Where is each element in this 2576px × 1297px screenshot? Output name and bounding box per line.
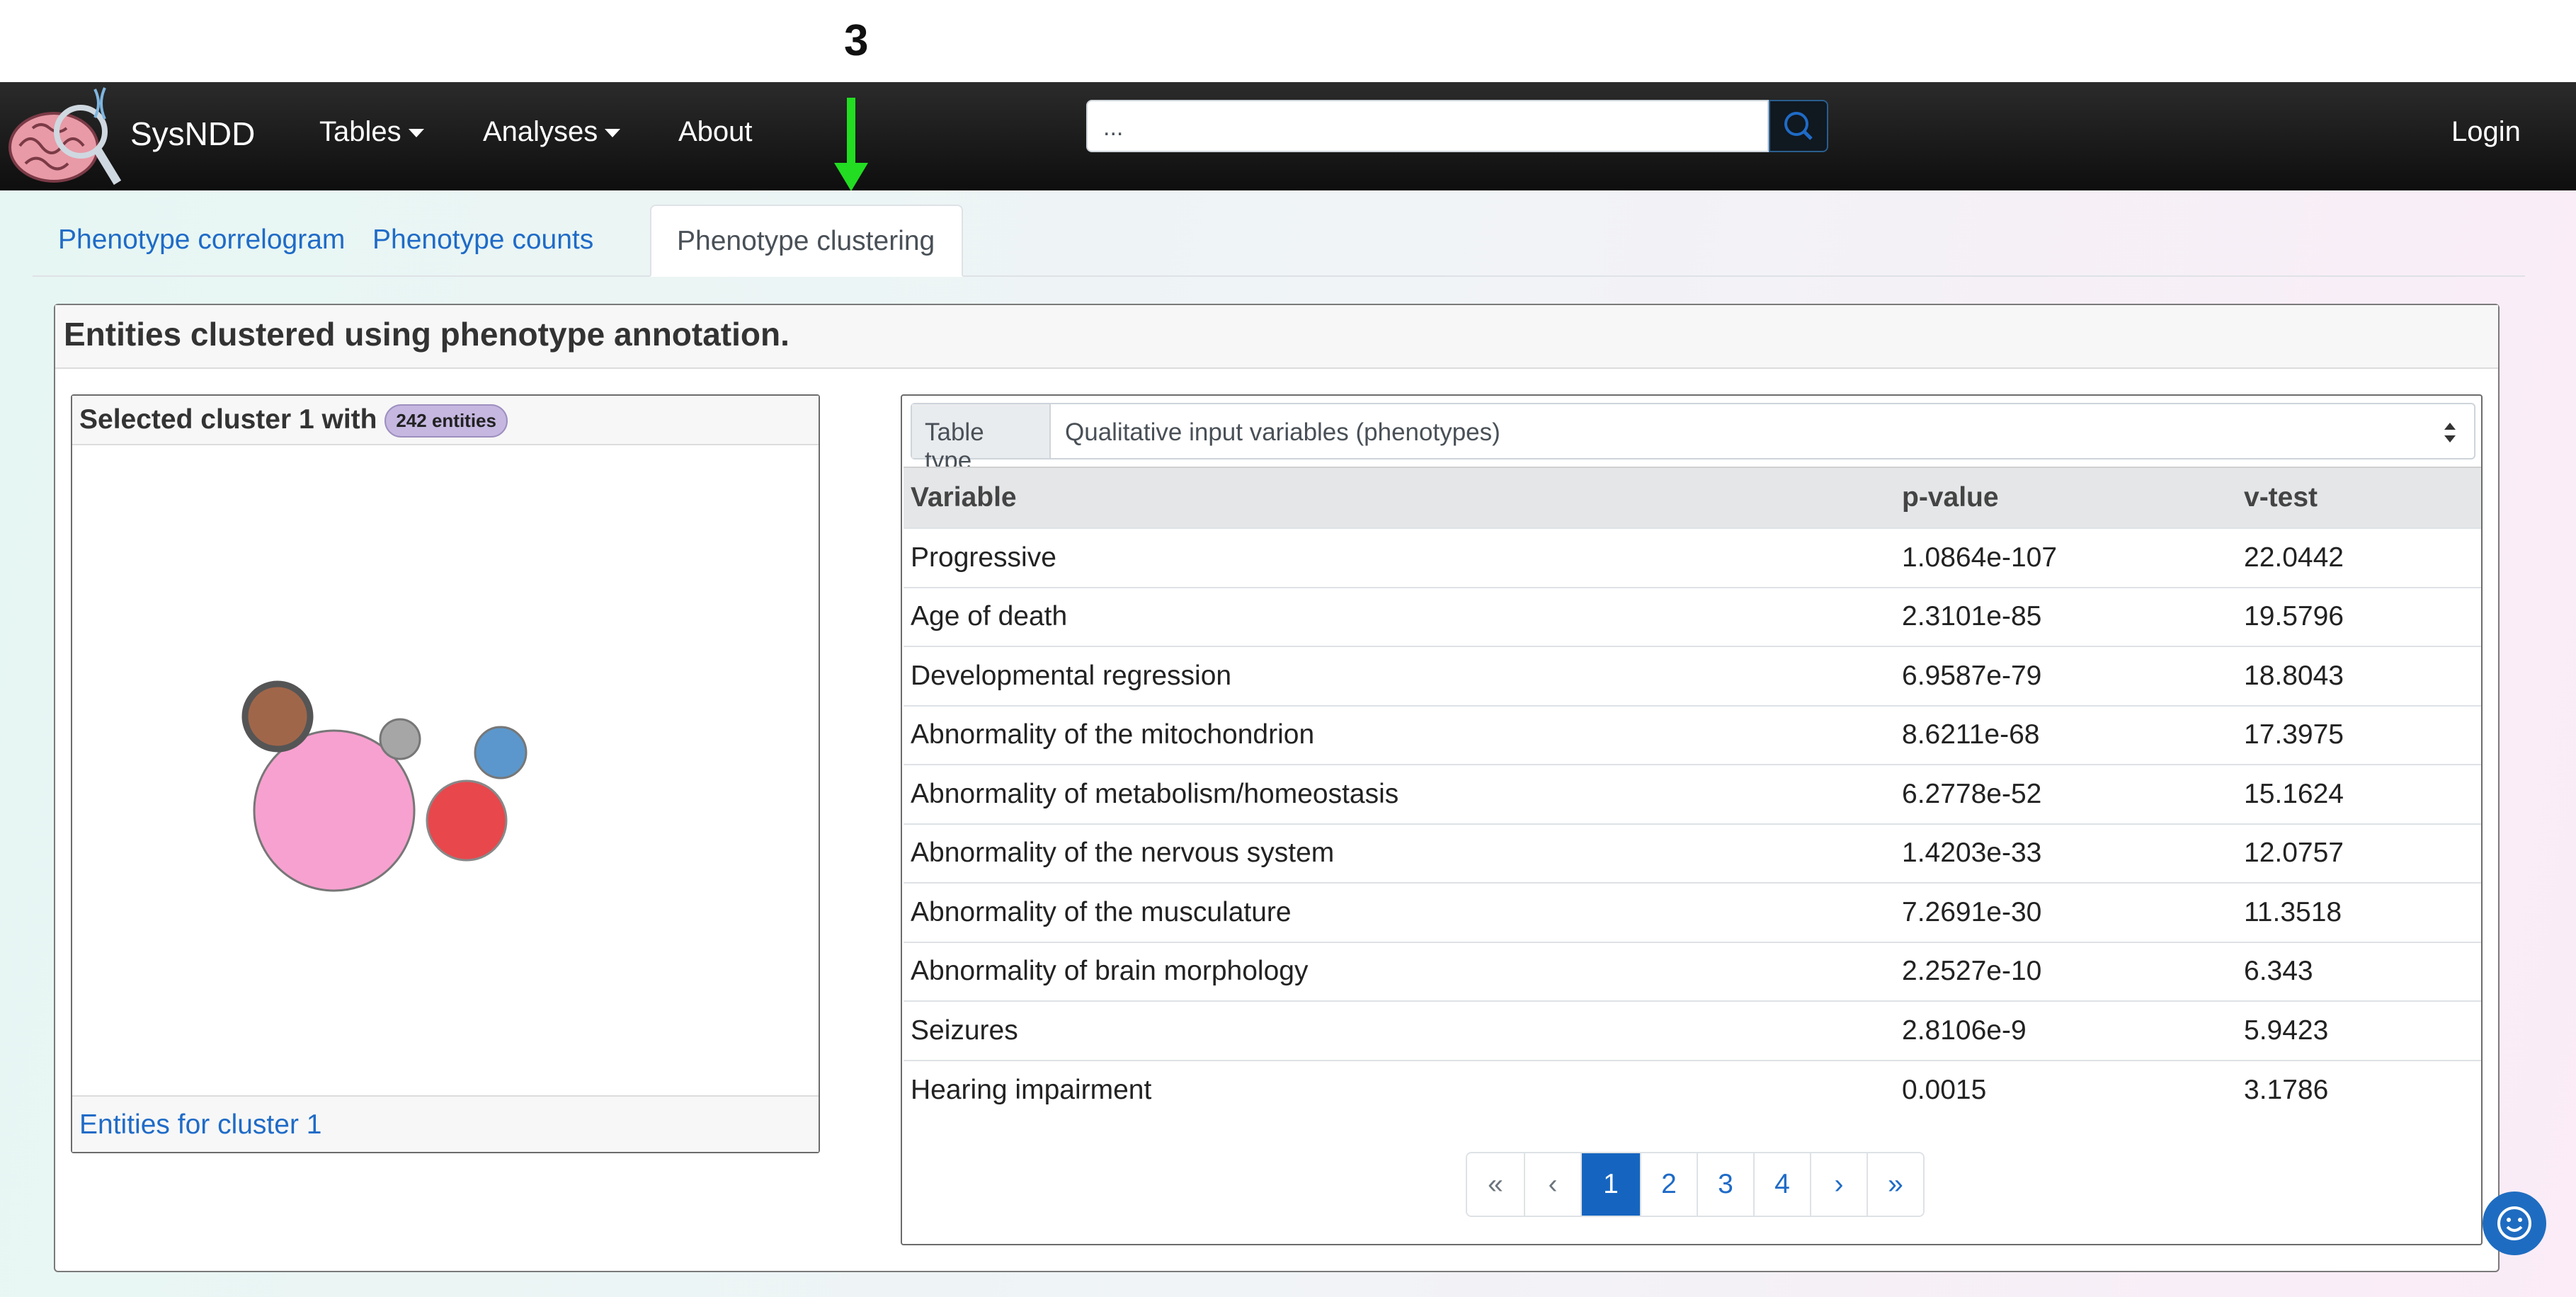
table-type-value[interactable]: Qualitative input variables (phenotypes) [1051, 404, 2474, 458]
entities-for-cluster-link[interactable]: Entities for cluster 1 [72, 1095, 819, 1152]
table-row: Abnormality of the nervous system 1.4203… [904, 823, 2481, 883]
step-number: 3 [844, 16, 869, 65]
page-1-button[interactable]: 1 [1580, 1153, 1640, 1216]
cell-p-value: 0.0015 [1895, 1059, 2237, 1119]
cell-variable: Developmental regression [904, 646, 1895, 706]
cell-p-value: 1.4203e-33 [1895, 823, 2237, 883]
column-header-p-value[interactable]: p-value [1895, 467, 2237, 528]
cell-variable: Abnormality of brain morphology [904, 941, 1895, 1001]
cluster-bubble-3 [241, 680, 314, 753]
cluster-heading-text: Selected cluster 1 with [79, 404, 377, 435]
column-header-v-test[interactable]: v-test [2237, 467, 2481, 528]
navbar: SysNDD Tables Analyses About ... Login [0, 82, 2576, 190]
tab-phenotype-counts[interactable]: Phenotype counts [347, 205, 619, 277]
cell-p-value: 2.2527e-10 [1895, 941, 2237, 1001]
annotation-arrow-icon [834, 98, 868, 191]
table-row: Age of death 2.3101e-85 19.5796 [904, 586, 2481, 646]
cluster-heading: Selected cluster 1 with 242 entities [72, 396, 819, 445]
tab-phenotype-correlogram[interactable]: Phenotype correlogram [33, 205, 370, 277]
cell-v-test: 6.343 [2237, 941, 2481, 1001]
entity-count-badge: 242 entities [384, 404, 508, 438]
page-4-button[interactable]: 4 [1753, 1153, 1810, 1216]
table-row: Abnormality of the musculature 7.2691e-3… [904, 882, 2481, 942]
table-row: Seizures 2.8106e-9 5.9423 [904, 1000, 2481, 1061]
cell-variable: Age of death [904, 586, 1895, 646]
cell-p-value: 2.3101e-85 [1895, 586, 2237, 646]
table-row: Abnormality of the mitochondrion 8.6211e… [904, 704, 2481, 765]
page-content: Phenotype correlogram Phenotype counts P… [0, 190, 2576, 1297]
table-type-select[interactable]: Table type Qualitative input variables (… [911, 403, 2475, 474]
cell-p-value: 2.8106e-9 [1895, 1000, 2237, 1061]
feedback-button[interactable] [2483, 1192, 2546, 1255]
search-button[interactable] [1769, 100, 1828, 152]
table-row: Developmental regression 6.9587e-79 18.8… [904, 646, 2481, 706]
cluster-panel: Selected cluster 1 with 242 entities Ent… [71, 394, 820, 1153]
cell-variable: Abnormality of the mitochondrion [904, 704, 1895, 765]
table-type-selected: Qualitative input variables (phenotypes) [1065, 418, 1500, 446]
cell-p-value: 1.0864e-107 [1895, 527, 2237, 588]
table-row: Abnormality of brain morphology 2.2527e-… [904, 941, 2481, 1001]
cell-v-test: 5.9423 [2237, 1000, 2481, 1061]
card-title: Entities clustered using phenotype annot… [55, 305, 2498, 369]
brand-name[interactable]: SysNDD [130, 115, 255, 153]
nav-about-label: About [678, 116, 753, 147]
annotation-strip: 3 [0, 0, 2576, 82]
pagination: « ‹ 1 2 3 4 › » [1466, 1152, 1925, 1217]
page-2-button[interactable]: 2 [1640, 1153, 1697, 1216]
variables-table-panel: Table type Qualitative input variables (… [901, 394, 2483, 1245]
page-3-button[interactable]: 3 [1697, 1153, 1753, 1216]
caret-down-icon [605, 129, 621, 138]
search-input[interactable]: ... [1086, 100, 1769, 152]
cell-variable: Abnormality of metabolism/homeostasis [904, 764, 1895, 824]
cell-variable: Seizures [904, 1000, 1895, 1061]
page-last-button[interactable]: » [1867, 1153, 1923, 1216]
sysndd-logo-icon[interactable] [4, 82, 125, 192]
nav-analyses[interactable]: Analyses [483, 116, 621, 148]
analysis-tabs: Phenotype correlogram Phenotype counts P… [33, 205, 2525, 277]
page-next-button[interactable]: › [1810, 1153, 1867, 1216]
cell-v-test: 22.0442 [2237, 527, 2481, 588]
clustering-card: Entities clustered using phenotype annot… [54, 304, 2500, 1272]
variables-table: Variable p-value v-test Progressive 1.08… [904, 467, 2481, 1119]
cluster-bubble-4 [379, 718, 421, 760]
cluster-bubble-chart [241, 680, 528, 892]
login-link[interactable]: Login [2451, 116, 2521, 148]
cell-v-test: 17.3975 [2237, 704, 2481, 765]
table-type-label: Table type [912, 404, 1051, 474]
page-prev-button[interactable]: ‹ [1524, 1153, 1580, 1216]
select-arrows-icon [2444, 423, 2456, 442]
cell-p-value: 7.2691e-30 [1895, 882, 2237, 942]
cell-v-test: 15.1624 [2237, 764, 2481, 824]
cluster-bubble-5 [474, 726, 528, 779]
table-row: Abnormality of metabolism/homeostasis 6.… [904, 764, 2481, 824]
column-header-variable[interactable]: Variable [904, 467, 1895, 528]
nav-tables[interactable]: Tables [319, 116, 424, 148]
smiley-icon [2497, 1206, 2531, 1240]
caret-down-icon [408, 129, 424, 138]
table-row: Progressive 1.0864e-107 22.0442 [904, 527, 2481, 588]
cell-variable: Hearing impairment [904, 1059, 1895, 1119]
cell-v-test: 12.0757 [2237, 823, 2481, 883]
cell-v-test: 19.5796 [2237, 586, 2481, 646]
cell-variable: Abnormality of the musculature [904, 882, 1895, 942]
search-icon [1784, 112, 1813, 140]
cell-v-test: 18.8043 [2237, 646, 2481, 706]
table-row: Hearing impairment 0.0015 3.1786 [904, 1059, 2481, 1119]
cell-variable: Progressive [904, 527, 1895, 588]
nav-analyses-label: Analyses [483, 116, 598, 147]
cluster-bubble-2 [426, 779, 508, 862]
table-header-row: Variable p-value v-test [904, 467, 2481, 528]
cell-p-value: 6.2778e-52 [1895, 764, 2237, 824]
nav-about[interactable]: About [678, 116, 753, 148]
cell-p-value: 8.6211e-68 [1895, 704, 2237, 765]
cell-v-test: 3.1786 [2237, 1059, 2481, 1119]
cell-p-value: 6.9587e-79 [1895, 646, 2237, 706]
tab-phenotype-clustering[interactable]: Phenotype clustering [650, 205, 963, 277]
nav-tables-label: Tables [319, 116, 401, 147]
page-first-button[interactable]: « [1467, 1153, 1524, 1216]
cell-v-test: 11.3518 [2237, 882, 2481, 942]
cell-variable: Abnormality of the nervous system [904, 823, 1895, 883]
